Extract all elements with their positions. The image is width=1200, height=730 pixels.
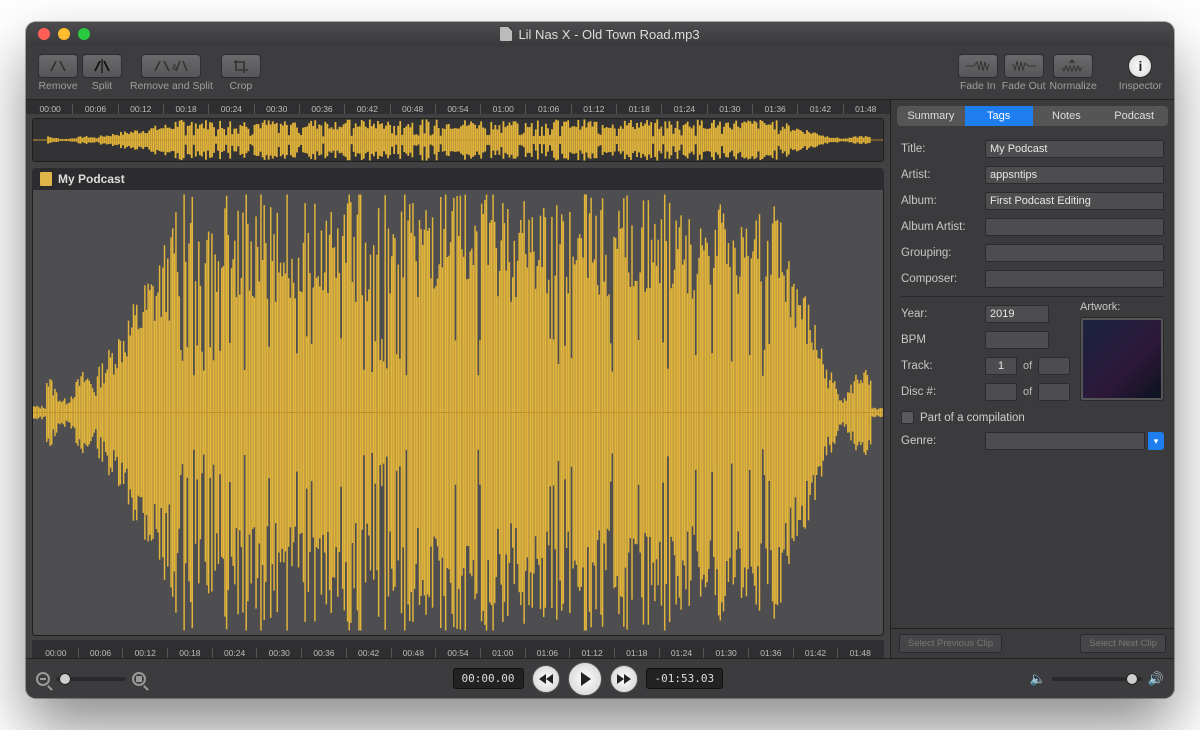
bpm-field[interactable]: [985, 331, 1049, 349]
toolbar: Remove Split & Remove and Split Crop Fad…: [26, 46, 1174, 100]
clip-header[interactable]: My Podcast: [32, 168, 884, 190]
disc-total-field[interactable]: [1038, 383, 1070, 401]
select-previous-clip-button[interactable]: Select Previous Clip: [899, 634, 1002, 653]
play-icon: [581, 672, 591, 686]
artist-field[interactable]: [985, 166, 1164, 184]
composer-field[interactable]: [985, 270, 1164, 288]
fade-in-button[interactable]: Fade In: [958, 54, 998, 92]
year-field[interactable]: [985, 305, 1049, 323]
track-number-field[interactable]: [985, 357, 1017, 375]
tab-notes[interactable]: Notes: [1033, 106, 1101, 126]
window-title: Lil Nas X - Old Town Road.mp3: [26, 27, 1174, 42]
inspector-panel: Summary Tags Notes Podcast Title: Artist…: [890, 100, 1174, 658]
artwork-well[interactable]: [1080, 317, 1164, 401]
compilation-checkbox[interactable]: Part of a compilation: [901, 411, 1164, 424]
transport-bar: 00:00.00 -01:53.03 🔈 🔊: [26, 658, 1174, 698]
zoom-out-icon[interactable]: [36, 672, 50, 686]
volume-low-icon: 🔈: [1030, 671, 1046, 687]
crop-button[interactable]: Crop: [221, 54, 261, 92]
checkbox-icon: [901, 411, 914, 424]
document-icon: [500, 27, 512, 41]
content-area: 00:0000:0600:1200:1800:2400:3000:3600:42…: [26, 100, 1174, 658]
disc-number-field[interactable]: [985, 383, 1017, 401]
editor-pane: 00:0000:0600:1200:1800:2400:3000:3600:42…: [26, 100, 890, 658]
genre-field[interactable]: [985, 432, 1145, 450]
remove-button[interactable]: Remove: [38, 54, 78, 92]
tab-tags[interactable]: Tags: [965, 106, 1033, 126]
inspector-footer: Select Previous Clip Select Next Clip: [891, 628, 1174, 658]
zoom-controls: [36, 672, 146, 686]
overview-waveform[interactable]: [32, 118, 884, 162]
volume-slider[interactable]: [1052, 677, 1142, 681]
volume-high-icon: 🔊: [1148, 671, 1164, 687]
app-window: Lil Nas X - Old Town Road.mp3 Remove Spl…: [26, 22, 1174, 698]
time-position-display: 00:00.00: [453, 668, 524, 689]
volume-controls: 🔈 🔊: [1030, 671, 1164, 687]
play-button[interactable]: [568, 662, 602, 696]
clip-icon: [40, 172, 52, 186]
zoom-slider[interactable]: [56, 677, 126, 681]
window-title-text: Lil Nas X - Old Town Road.mp3: [518, 27, 699, 42]
titlebar: Lil Nas X - Old Town Road.mp3: [26, 22, 1174, 46]
clip-name: My Podcast: [58, 172, 125, 186]
tab-summary[interactable]: Summary: [897, 106, 965, 126]
inspector-button[interactable]: i Inspector: [1119, 54, 1162, 92]
album-field[interactable]: [985, 192, 1164, 210]
album-artist-field[interactable]: [985, 218, 1164, 236]
forward-button[interactable]: [610, 665, 638, 693]
tab-podcast[interactable]: Podcast: [1100, 106, 1168, 126]
remove-and-split-button[interactable]: & Remove and Split: [130, 54, 213, 92]
timeline-ruler-top[interactable]: 00:0000:0600:1200:1800:2400:3000:3600:42…: [26, 100, 890, 114]
split-button[interactable]: Split: [82, 54, 122, 92]
title-field[interactable]: [985, 140, 1164, 158]
timeline-ruler-bottom[interactable]: 00:0000:0600:1200:1800:2400:3000:3600:42…: [32, 640, 884, 658]
main-waveform[interactable]: [32, 190, 884, 636]
artwork-label: Artwork:: [1080, 301, 1164, 313]
zoom-in-icon[interactable]: [132, 672, 146, 686]
genre-dropdown-button[interactable]: ▾: [1148, 432, 1164, 450]
inspector-body: Title: Artist: Album: Album Artist: Grou…: [891, 132, 1174, 628]
grouping-field[interactable]: [985, 244, 1164, 262]
select-next-clip-button[interactable]: Select Next Clip: [1080, 634, 1166, 653]
track-total-field[interactable]: [1038, 357, 1070, 375]
time-remaining-display: -01:53.03: [646, 668, 724, 689]
fade-out-button[interactable]: Fade Out: [1002, 54, 1046, 92]
rewind-button[interactable]: [532, 665, 560, 693]
normalize-button[interactable]: Normalize: [1050, 54, 1097, 92]
inspector-tabs: Summary Tags Notes Podcast: [897, 106, 1168, 126]
